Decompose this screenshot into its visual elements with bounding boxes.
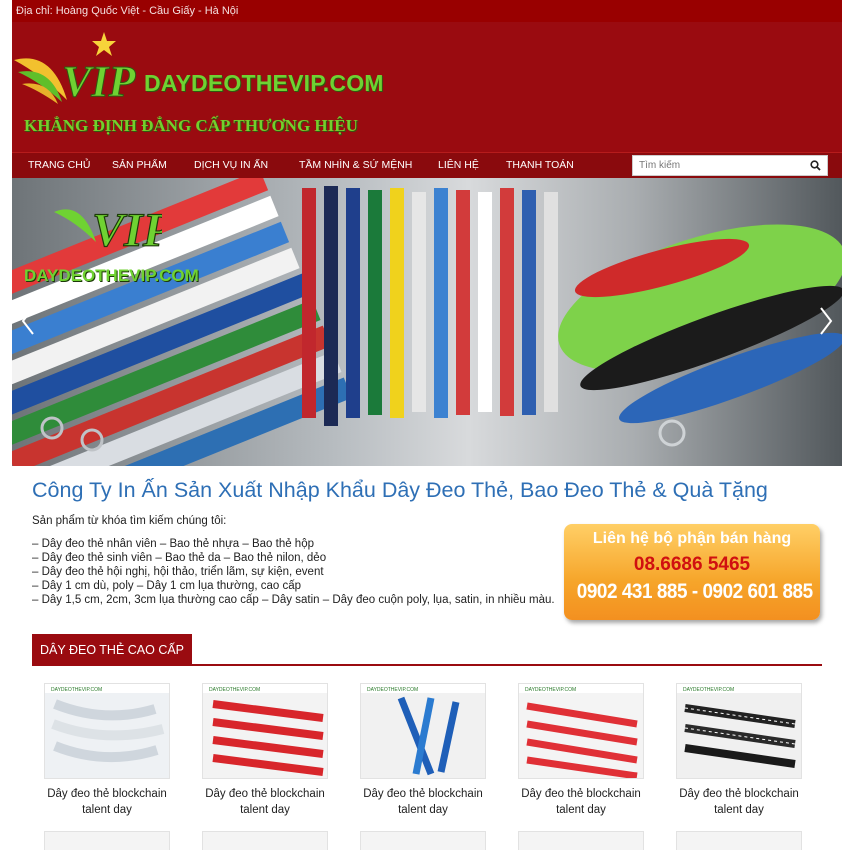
nav-contact[interactable]: LIÊN HỆ xyxy=(438,159,479,171)
vip-logo-icon: VIP xyxy=(14,32,137,107)
section-title[interactable]: DÂY ĐEO THẺ CAO CẤP xyxy=(32,634,193,664)
header: VIP DAYDEOTHEVIP.COM KHẲNG ĐỊNH ĐẲNG CẤP… xyxy=(12,22,842,152)
address-bar: Địa chỉ: Hoàng Quốc Việt - Cầu Giấy - Hà… xyxy=(12,0,842,22)
product-card[interactable]: DAYDEOTHEVIP.COM Dây đeo thẻ blockchain … xyxy=(360,683,486,818)
banner-vip-logo-icon: VIP xyxy=(54,203,162,256)
search-box xyxy=(632,155,828,176)
search-input[interactable] xyxy=(633,156,803,175)
lanyard-product-image: DAYDEOTHEVIP.COM xyxy=(519,684,643,778)
product-card[interactable] xyxy=(44,831,170,850)
product-name[interactable]: Dây đeo thẻ blockchain talent day xyxy=(44,786,170,818)
contact-phone-primary: 08.6686 5465 xyxy=(633,554,751,575)
nav-products[interactable]: SẢN PHẨM xyxy=(112,159,167,171)
nav-vision-mission[interactable]: TẦM NHÌN & SỨ MỆNH xyxy=(299,159,412,171)
contact-phone-secondary: 0902 431 885 - 0902 601 885 xyxy=(576,580,813,603)
svg-text:DAYDEOTHEVIP.COM: DAYDEOTHEVIP.COM xyxy=(367,687,418,693)
product-card[interactable]: DAYDEOTHEVIP.COM Dây đeo thẻ blockchain … xyxy=(44,683,170,818)
nav-home[interactable]: TRANG CHỦ xyxy=(28,159,90,171)
product-image[interactable] xyxy=(518,831,644,850)
product-card[interactable] xyxy=(518,831,644,850)
svg-text:DAYDEOTHEVIP.COM: DAYDEOTHEVIP.COM xyxy=(683,687,734,693)
product-image[interactable] xyxy=(202,831,328,850)
lanyard-product-image: DAYDEOTHEVIP.COM xyxy=(677,684,801,778)
svg-text:DAYDEOTHEVIP.COM: DAYDEOTHEVIP.COM xyxy=(209,687,260,693)
lanyard-product-image: DAYDEOTHEVIP.COM xyxy=(45,684,169,778)
address-text: Địa chỉ: Hoàng Quốc Việt - Cầu Giấy - Hà… xyxy=(16,5,239,17)
slider-prev-icon[interactable] xyxy=(20,306,36,336)
contact-title: Liên hệ bộ phận bán hàng xyxy=(592,530,792,547)
section-header: DÂY ĐEO THẺ CAO CẤP xyxy=(32,634,822,666)
logo-slogan: KHẲNG ĐỊNH ĐẲNG CẤP THƯƠNG HIỆU xyxy=(24,116,358,135)
product-name[interactable]: Dây đeo thẻ blockchain talent day xyxy=(518,786,644,818)
product-image[interactable] xyxy=(676,831,802,850)
product-image[interactable]: DAYDEOTHEVIP.COM xyxy=(676,683,802,779)
slider-next-icon[interactable] xyxy=(818,306,834,336)
search-icon xyxy=(809,160,821,171)
page: Địa chỉ: Hoàng Quốc Việt - Cầu Giấy - Hà… xyxy=(12,0,842,850)
product-card[interactable]: DAYDEOTHEVIP.COM Dây đeo thẻ blockchain … xyxy=(202,683,328,818)
nav-payment[interactable]: THANH TOÁN xyxy=(506,159,574,171)
site-logo[interactable]: VIP DAYDEOTHEVIP.COM KHẲNG ĐỊNH ĐẲNG CẤP… xyxy=(12,30,384,150)
product-image[interactable]: DAYDEOTHEVIP.COM xyxy=(360,683,486,779)
product-card[interactable] xyxy=(202,831,328,850)
product-image[interactable]: DAYDEOTHEVIP.COM xyxy=(44,683,170,779)
product-image[interactable]: DAYDEOTHEVIP.COM xyxy=(518,683,644,779)
main-content: Công Ty In Ấn Sản Xuất Nhập Khẩu Dây Đeo… xyxy=(32,478,822,666)
svg-text:VIP: VIP xyxy=(62,57,136,106)
banner-logo-text: DAYDEOTHEVIP.COM xyxy=(24,266,199,285)
banner-slider[interactable]: VIP DAYDEOTHEVIP.COM xyxy=(12,178,842,466)
product-image[interactable] xyxy=(360,831,486,850)
main-nav: TRANG CHỦ SẢN PHẨM DỊCH VỤ IN ẤN TẦM NHÌ… xyxy=(12,152,842,178)
product-name[interactable]: Dây đeo thẻ blockchain talent day xyxy=(676,786,802,818)
page-title: Công Ty In Ấn Sản Xuất Nhập Khẩu Dây Đeo… xyxy=(32,478,768,502)
product-name[interactable]: Dây đeo thẻ blockchain talent day xyxy=(360,786,486,818)
lanyard-product-image: DAYDEOTHEVIP.COM xyxy=(361,684,485,778)
product-card[interactable] xyxy=(676,831,802,850)
sales-contact-banner[interactable]: Liên hệ bộ phận bán hàng 08.6686 5465 09… xyxy=(564,524,820,620)
product-card[interactable]: DAYDEOTHEVIP.COM Dây đeo thẻ blockchain … xyxy=(518,683,644,818)
svg-text:VIP: VIP xyxy=(92,204,162,256)
product-image[interactable]: DAYDEOTHEVIP.COM xyxy=(202,683,328,779)
svg-text:DAYDEOTHEVIP.COM: DAYDEOTHEVIP.COM xyxy=(51,687,102,693)
svg-text:DAYDEOTHEVIP.COM: DAYDEOTHEVIP.COM xyxy=(525,687,576,693)
logo-site-name: DAYDEOTHEVIP.COM xyxy=(144,70,384,96)
product-card[interactable]: DAYDEOTHEVIP.COM Dây đeo thẻ blockchain … xyxy=(676,683,802,818)
product-name[interactable]: Dây đeo thẻ blockchain talent day xyxy=(202,786,328,818)
lanyard-product-image: DAYDEOTHEVIP.COM xyxy=(203,684,327,778)
product-card[interactable] xyxy=(360,831,486,850)
nav-printing-services[interactable]: DỊCH VỤ IN ẤN xyxy=(194,159,268,171)
search-button[interactable] xyxy=(803,156,827,175)
product-image[interactable] xyxy=(44,831,170,850)
